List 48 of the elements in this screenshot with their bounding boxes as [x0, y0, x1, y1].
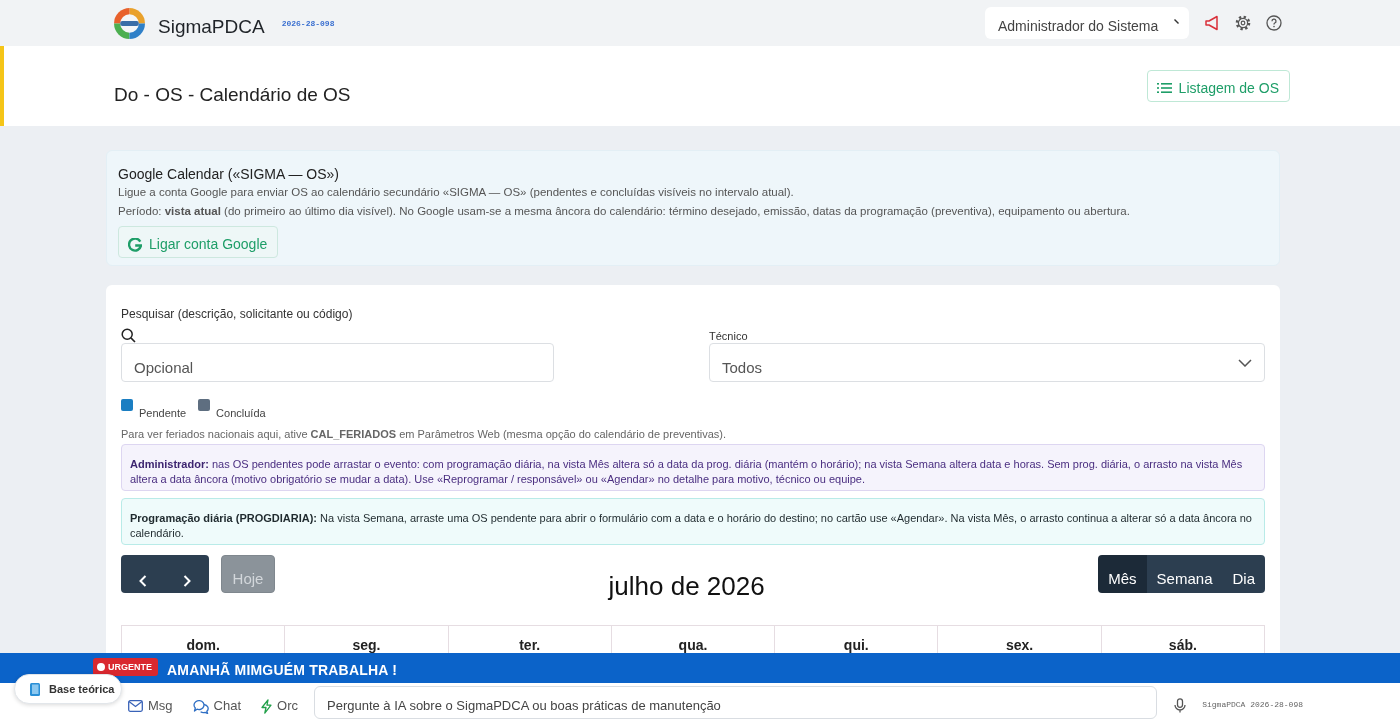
view-tab[interactable]: Dia [1222, 555, 1265, 593]
version-label: 2026-28-098 [281, 18, 335, 30]
calendar-title: julho de 2026 [607, 571, 766, 601]
page-title: Do - OS - Calendário de OS [114, 84, 351, 107]
megaphone-icon[interactable] [1204, 15, 1220, 31]
shortcut-button[interactable]: Msg [128, 696, 173, 716]
version-label: SigmaPDCA 2026-28-098 [1202, 699, 1303, 711]
next-button[interactable] [165, 555, 209, 593]
help-button[interactable]: Base teórica [14, 674, 122, 704]
view-tab[interactable]: Semana [1146, 555, 1223, 593]
notice-panel: Administrador: nas OS pendentes pode arrastar o evento: com programação diária, na vista Mês altera só a data da prog. diária (mantém o horário); na vista Semana altera data e horas. Sem prog. diária, o arrasto na vista Mês altera a data âncora (motivo obrigatório se mudar a data). Use «Reprogramar / responsável» ou «Agendar» no detalhe para motivo, técnico ou equipe. [121, 444, 1265, 491]
settings-icon[interactable] [1235, 15, 1251, 31]
caret-icon [1174, 19, 1179, 24]
user-menu-button[interactable]: Administrador do Sistema [985, 7, 1189, 39]
shortcut-button[interactable]: Chat [192, 696, 242, 716]
field-label: Pesquisar (descrição, solicitante ou código) [121, 307, 354, 322]
technician-select[interactable]: Todos [709, 343, 1265, 382]
app-name: SigmaPDCA [158, 14, 265, 39]
lightning-icon [261, 698, 273, 714]
help-icon[interactable] [1266, 15, 1282, 31]
book-icon [30, 682, 40, 696]
panel-title: Google Calendar («SIGMA — OS») [118, 165, 340, 183]
search-field[interactable]: Opcional [121, 343, 554, 382]
legend-label: Concluída [216, 406, 266, 421]
chevron-down-icon [1238, 358, 1252, 367]
hint-text: Para ver feriados nacionais aqui, ative CAL_FERIADOS em Parâmetros Web (mesma opção do calendário de preventivas). [121, 427, 728, 442]
chevron-right-icon [183, 575, 191, 587]
envelope-icon [128, 700, 143, 712]
g-logo-icon [128, 237, 142, 252]
chevron-left-icon [139, 575, 147, 587]
ask-field[interactable]: Pergunte à IA sobre o SigmaPDCA ou boas práticas de manutenção [314, 685, 1158, 719]
previous-button[interactable] [121, 555, 165, 593]
notice-panel: Programação diária (PROGDIARIA): Na vista Semana, arraste uma OS pendente para abrir o formulário com a data e o horário do destino; no cartão use «Agendar». Na vista Mês, o arrasto continua a alterar só a data âncora no calendário. [121, 498, 1265, 545]
field-label: Técnico [709, 329, 749, 343]
list-icon [1156, 82, 1172, 94]
view-tab[interactable]: Mês [1098, 555, 1147, 593]
dot-icon [97, 663, 105, 671]
panel-text: Ligue a conta Google para enviar OS ao calendário secundário «SIGMA — OS» (pendentes e concluídas visíveis no intervalo atual). [118, 185, 795, 200]
search-icon [121, 328, 136, 343]
legend-label: Pendente [139, 406, 187, 421]
banner-message: AMANHÃ MIMGUÉM TRABALHA ! [167, 660, 398, 680]
badge-text: URGENTE [108, 661, 152, 673]
logo-icon [113, 6, 146, 40]
list-button[interactable]: Listagem de OS [1146, 70, 1290, 102]
panel-text: Período: vista atual (do primeiro ao último dia visível). No Google usam-se a mesma âncora do calendário: término desejado, emissão, datas da programação (preventiva), equipamento ou abertura. [118, 204, 1131, 219]
microphone-icon[interactable] [1174, 697, 1187, 713]
shortcut-button[interactable]: Orc [261, 696, 298, 716]
chat-bubbles-icon [192, 698, 209, 714]
